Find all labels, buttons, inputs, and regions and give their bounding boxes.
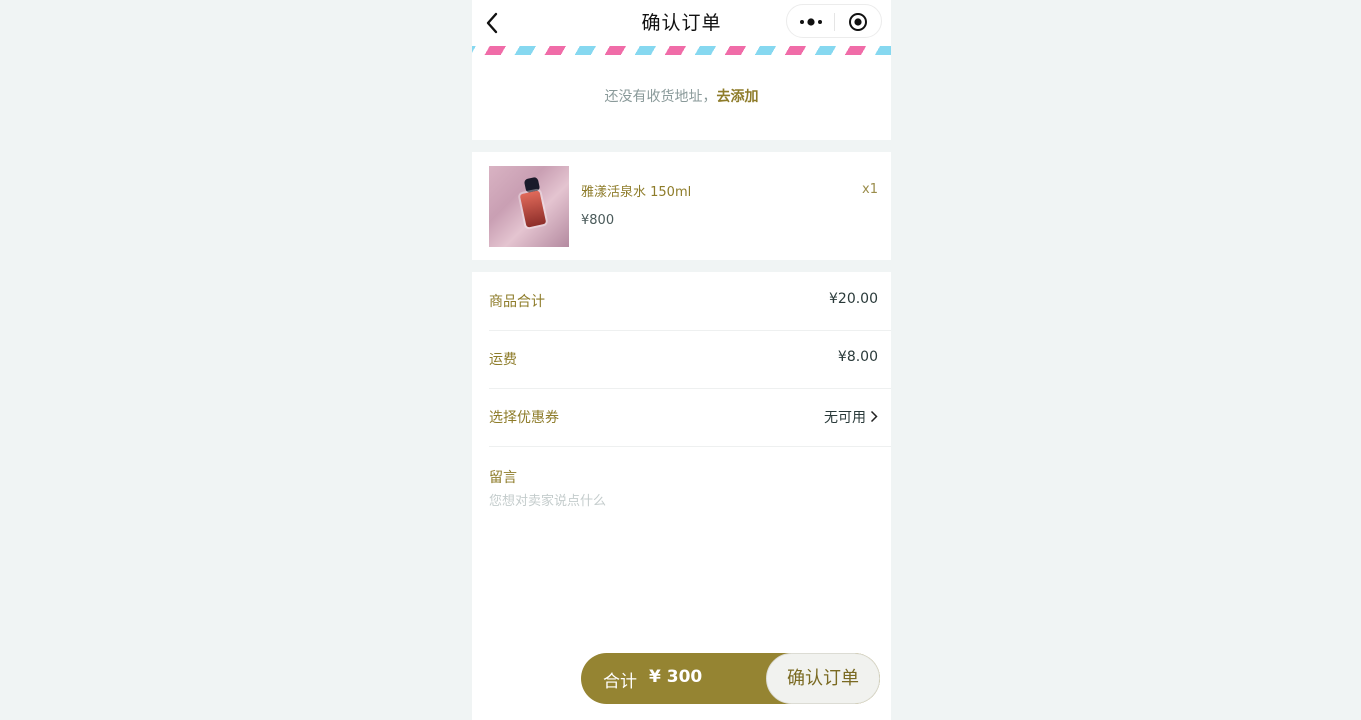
nav-bar: 确认订单 (472, 0, 891, 46)
more-dots-icon[interactable] (799, 15, 823, 29)
target-circle-icon[interactable] (848, 12, 868, 32)
product-price: ¥800 (581, 213, 615, 228)
confirm-order-button[interactable]: 确认订单 (766, 653, 880, 704)
mini-program-capsule (786, 4, 882, 38)
coupon-row[interactable]: 选择优惠券 无可用 (489, 388, 891, 447)
coupon-label: 选择优惠券 (489, 410, 559, 426)
bottle-shape (519, 190, 547, 228)
capsule-divider (834, 13, 835, 31)
product-quantity: x1 (862, 182, 878, 197)
memo-label: 留言 (489, 470, 517, 486)
chevron-right-icon (870, 410, 878, 423)
airmail-stripe (472, 46, 891, 55)
shipping-row: 运费 ¥8.00 (489, 330, 891, 389)
coupon-value: 无可用 (824, 410, 866, 426)
memo-input[interactable] (489, 491, 869, 511)
shipping-label: 运费 (489, 352, 517, 368)
product-image (489, 166, 569, 247)
subtotal-label: 商品合计 (489, 294, 545, 310)
total-value: ¥ 300 (649, 667, 703, 687)
address-section[interactable]: 还没有收货地址，去添加 (472, 55, 891, 140)
subtotal-value: ¥20.00 (829, 291, 878, 307)
subtotal-row: 商品合计 ¥20.00 (489, 272, 891, 331)
product-name: 雅漾活泉水 150ml (581, 185, 692, 200)
phone-screen: 确认订单 还没有收货地址，去添加 雅漾活泉水 150ml ¥800 x1 商品合… (472, 0, 891, 720)
total-label: 合计 (603, 672, 637, 692)
coupon-value-wrap: 无可用 (824, 407, 878, 427)
add-address-link[interactable]: 去添加 (717, 89, 759, 105)
product-item: 雅漾活泉水 150ml ¥800 x1 (472, 152, 891, 260)
address-empty-text: 还没有收货地址， (604, 89, 717, 105)
shipping-value: ¥8.00 (837, 349, 878, 365)
checkout-bar: 合计 ¥ 300 确认订单 (581, 653, 880, 704)
